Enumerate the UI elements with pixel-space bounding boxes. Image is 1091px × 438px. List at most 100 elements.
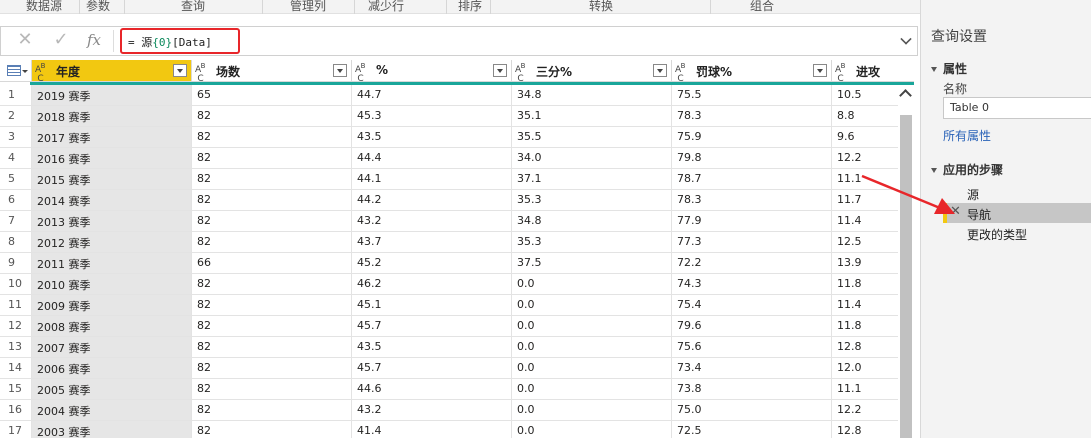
table-cell[interactable]: 75.9: [672, 127, 832, 148]
table-cell[interactable]: 43.7: [352, 232, 512, 253]
column-filter-button[interactable]: [813, 64, 827, 77]
table-cell[interactable]: 75.5: [672, 85, 832, 106]
table-cell[interactable]: 2003 赛季: [32, 421, 192, 438]
table-cell[interactable]: 34.8: [512, 211, 672, 232]
table-cell[interactable]: 0.0: [512, 421, 672, 438]
table-cell[interactable]: 37.5: [512, 253, 672, 274]
table-cell[interactable]: 45.7: [352, 316, 512, 337]
chevron-up-icon[interactable]: [899, 89, 912, 102]
table-cell[interactable]: 46.2: [352, 274, 512, 295]
table-cell[interactable]: 65: [192, 85, 352, 106]
table-cell[interactable]: 2004 赛季: [32, 400, 192, 421]
table-cell[interactable]: 2008 赛季: [32, 316, 192, 337]
table-cell[interactable]: 82: [192, 295, 352, 316]
table-cell[interactable]: 45.3: [352, 106, 512, 127]
table-cell[interactable]: 75.4: [672, 295, 832, 316]
table-cell[interactable]: 66: [192, 253, 352, 274]
table-cell[interactable]: 82: [192, 211, 352, 232]
table-cell[interactable]: 34.0: [512, 148, 672, 169]
table-cell[interactable]: 0.0: [512, 295, 672, 316]
column-filter-button[interactable]: [493, 64, 507, 77]
table-cell[interactable]: 0.0: [512, 337, 672, 358]
column-header-offense[interactable]: AB C 进攻: [832, 60, 914, 84]
table-cell[interactable]: 2011 赛季: [32, 253, 192, 274]
table-cell[interactable]: 35.3: [512, 232, 672, 253]
table-cell[interactable]: 74.3: [672, 274, 832, 295]
table-cell[interactable]: 2018 赛季: [32, 106, 192, 127]
table-cell[interactable]: 72.2: [672, 253, 832, 274]
table-cell[interactable]: 82: [192, 127, 352, 148]
table-cell[interactable]: 82: [192, 379, 352, 400]
table-cell[interactable]: 82: [192, 232, 352, 253]
table-cell[interactable]: 2016 赛季: [32, 148, 192, 169]
table-cell[interactable]: 43.2: [352, 211, 512, 232]
table-cell[interactable]: 35.5: [512, 127, 672, 148]
table-cell[interactable]: 82: [192, 421, 352, 438]
table-cell[interactable]: 44.2: [352, 190, 512, 211]
column-header-fg-pct[interactable]: AB C %: [352, 60, 512, 84]
table-cell[interactable]: 45.1: [352, 295, 512, 316]
delete-step-icon[interactable]: ✕: [950, 204, 961, 219]
vertical-scrollbar[interactable]: [898, 85, 914, 438]
table-cell[interactable]: 0.0: [512, 274, 672, 295]
column-filter-button[interactable]: [333, 64, 347, 77]
table-cell[interactable]: 79.8: [672, 148, 832, 169]
table-cell[interactable]: 72.5: [672, 421, 832, 438]
table-cell[interactable]: 82: [192, 316, 352, 337]
properties-section-header[interactable]: 属性: [931, 60, 967, 77]
table-cell[interactable]: 43.5: [352, 127, 512, 148]
formula-expression[interactable]: = 源{0}[Data]: [120, 28, 240, 54]
table-cell[interactable]: 2010 赛季: [32, 274, 192, 295]
table-cell[interactable]: 45.2: [352, 253, 512, 274]
table-cell[interactable]: 82: [192, 148, 352, 169]
column-filter-button[interactable]: [653, 64, 667, 77]
table-cell[interactable]: 77.9: [672, 211, 832, 232]
column-header-year[interactable]: AB C 年度: [32, 60, 192, 84]
table-cell[interactable]: 2006 赛季: [32, 358, 192, 379]
scrollbar-thumb[interactable]: [900, 115, 912, 438]
table-cell[interactable]: 78.3: [672, 190, 832, 211]
table-cell[interactable]: 82: [192, 274, 352, 295]
close-icon[interactable]: ✕: [15, 29, 35, 50]
table-cell[interactable]: 73.4: [672, 358, 832, 379]
table-cell[interactable]: 75.0: [672, 400, 832, 421]
table-cell[interactable]: 0.0: [512, 316, 672, 337]
all-properties-link[interactable]: 所有属性: [943, 127, 991, 144]
table-cell[interactable]: 78.7: [672, 169, 832, 190]
table-cell[interactable]: 0.0: [512, 400, 672, 421]
step-navigation[interactable]: ✕ 导航: [943, 203, 1091, 223]
table-cell[interactable]: 35.3: [512, 190, 672, 211]
table-cell[interactable]: 78.3: [672, 106, 832, 127]
step-source[interactable]: 源: [943, 183, 1091, 203]
query-name-input[interactable]: Table 0: [943, 97, 1091, 119]
table-cell[interactable]: 34.8: [512, 85, 672, 106]
table-cell[interactable]: 44.6: [352, 379, 512, 400]
table-cell[interactable]: 82: [192, 106, 352, 127]
table-cell[interactable]: 77.3: [672, 232, 832, 253]
table-cell[interactable]: 44.7: [352, 85, 512, 106]
step-changed-type[interactable]: 更改的类型: [943, 223, 1091, 243]
table-cell[interactable]: 35.1: [512, 106, 672, 127]
table-cell[interactable]: 79.6: [672, 316, 832, 337]
table-menu-button[interactable]: [0, 60, 32, 82]
table-cell[interactable]: 2005 赛季: [32, 379, 192, 400]
table-cell[interactable]: 44.1: [352, 169, 512, 190]
column-filter-button[interactable]: [173, 64, 187, 77]
table-cell[interactable]: 37.1: [512, 169, 672, 190]
table-cell[interactable]: 2007 赛季: [32, 337, 192, 358]
table-cell[interactable]: 75.6: [672, 337, 832, 358]
table-cell[interactable]: 2013 赛季: [32, 211, 192, 232]
table-cell[interactable]: 2017 赛季: [32, 127, 192, 148]
table-cell[interactable]: 73.8: [672, 379, 832, 400]
table-cell[interactable]: 0.0: [512, 379, 672, 400]
table-cell[interactable]: 2014 赛季: [32, 190, 192, 211]
table-cell[interactable]: 82: [192, 190, 352, 211]
table-cell[interactable]: 43.5: [352, 337, 512, 358]
table-cell[interactable]: 0.0: [512, 358, 672, 379]
table-cell[interactable]: 2009 赛季: [32, 295, 192, 316]
column-header-games[interactable]: AB C 场数: [192, 60, 352, 84]
fx-icon[interactable]: fx: [87, 31, 101, 49]
column-header-ft-pct[interactable]: AB C 罚球%: [672, 60, 832, 84]
table-cell[interactable]: 2019 赛季: [32, 85, 192, 106]
applied-steps-section-header[interactable]: 应用的步骤: [931, 161, 1003, 178]
